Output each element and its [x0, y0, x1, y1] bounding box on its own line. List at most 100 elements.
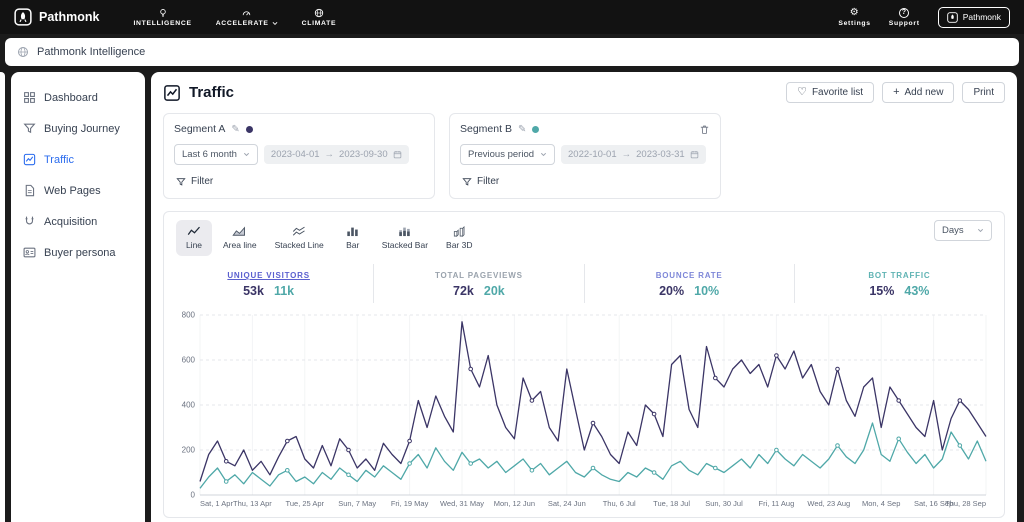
- svg-text:0: 0: [191, 491, 196, 500]
- main-panel: Traffic ♡ Favorite list + Add new Print: [151, 72, 1017, 522]
- svg-text:Sat, 1 Apr: Sat, 1 Apr: [200, 499, 233, 508]
- sidebar-item-traffic[interactable]: Traffic: [11, 144, 145, 175]
- nav-support[interactable]: ? Support: [889, 7, 920, 27]
- nav-settings[interactable]: ⚙ Settings: [838, 7, 870, 27]
- traffic-chart-icon: [163, 84, 181, 102]
- svg-text:Sun, 7 May: Sun, 7 May: [338, 499, 376, 508]
- chart-toolbar: Line Area line Stacked Line Bar Stacked …: [164, 220, 1004, 256]
- favorite-list-button[interactable]: ♡ Favorite list: [786, 82, 875, 103]
- app-title-bar: Pathmonk Intelligence: [5, 38, 1019, 66]
- segment-a-daterange[interactable]: 2023-04-01 → 2023-09-30: [263, 145, 409, 164]
- segments-row: Segment A ✎ Last 6 month 2023-04-01 → 20…: [163, 113, 1005, 199]
- chart-type-stacked-line[interactable]: Stacked Line: [268, 220, 331, 256]
- content-area: Dashboard Buying Journey Traffic Web Pag…: [0, 72, 1024, 522]
- edit-icon[interactable]: ✎: [518, 124, 526, 135]
- sidebar-item-buyer-persona[interactable]: Buyer persona: [11, 237, 145, 268]
- chevron-down-icon: [272, 21, 278, 26]
- edit-icon[interactable]: ✎: [231, 124, 239, 135]
- stat-bot-traffic[interactable]: BOT TRAFFIC 15% 43%: [793, 264, 1004, 303]
- left-edge-panel: [0, 72, 5, 522]
- sidebar-item-dashboard[interactable]: Dashboard: [11, 82, 145, 113]
- line-chart-icon: [23, 153, 36, 166]
- add-new-button[interactable]: + Add new: [882, 82, 955, 103]
- accelerate-icon: [241, 7, 252, 18]
- top-navbar: Pathmonk INTELLIGENCE ACCELERATE CLIMATE: [0, 0, 1024, 34]
- pathmonk-brand[interactable]: Pathmonk: [14, 8, 99, 26]
- chart-type-bar[interactable]: Bar: [335, 220, 371, 256]
- svg-text:Mon, 4 Sep: Mon, 4 Sep: [862, 499, 900, 508]
- arrow-right-icon: →: [621, 149, 632, 160]
- filter-icon: [462, 177, 472, 187]
- stat-bounce-rate[interactable]: BOUNCE RATE 20% 10%: [583, 264, 794, 303]
- segment-a-filter-button[interactable]: Filter: [174, 174, 215, 189]
- climate-icon: [314, 7, 324, 18]
- svg-text:Sat, 24 Jun: Sat, 24 Jun: [548, 499, 586, 508]
- segment-a-period-select[interactable]: Last 6 month: [174, 144, 258, 165]
- gear-icon: ⚙: [849, 7, 860, 18]
- svg-text:600: 600: [182, 356, 196, 365]
- nav-climate[interactable]: CLIMATE: [302, 7, 337, 27]
- chevron-down-icon: [540, 152, 547, 157]
- svg-text:Thu, 28 Sep: Thu, 28 Sep: [945, 499, 986, 508]
- svg-text:800: 800: [182, 311, 196, 320]
- chart-type-stacked-bar[interactable]: Stacked Bar: [375, 220, 435, 256]
- arrow-right-icon: →: [324, 149, 335, 160]
- dashboard-icon: [23, 91, 36, 104]
- chevron-down-icon: [977, 228, 984, 233]
- filter-icon: [176, 177, 186, 187]
- svg-text:Sun, 30 Jul: Sun, 30 Jul: [705, 499, 743, 508]
- svg-text:Tue, 18 Jul: Tue, 18 Jul: [653, 499, 690, 508]
- top-nav: INTELLIGENCE ACCELERATE CLIMATE: [133, 7, 336, 27]
- topbar-right: ⚙ Settings ? Support Pathmonk: [838, 6, 1010, 28]
- traffic-chart-card: Line Area line Stacked Line Bar Stacked …: [163, 211, 1005, 518]
- heart-icon: ♡: [797, 86, 807, 98]
- brand-label: Pathmonk: [39, 10, 100, 24]
- stat-unique-visitors[interactable]: UNIQUE VISITORS 53k 11k: [164, 264, 373, 303]
- calendar-icon: [690, 150, 699, 159]
- segment-a-name: Segment A: [174, 123, 226, 135]
- sidebar: Dashboard Buying Journey Traffic Web Pag…: [11, 72, 145, 522]
- area-line-type-icon: [232, 226, 247, 237]
- intelligence-icon: [158, 7, 168, 18]
- stat-total-pageviews[interactable]: TOTAL PAGEVIEWS 72k 20k: [373, 264, 583, 303]
- funnel-icon: [23, 122, 36, 135]
- globe-icon: [17, 46, 29, 58]
- bar-3d-type-icon: [453, 226, 466, 237]
- magnet-icon: [23, 215, 36, 228]
- svg-text:Thu, 6 Jul: Thu, 6 Jul: [603, 499, 636, 508]
- line-type-icon: [187, 226, 202, 237]
- sidebar-item-acquisition[interactable]: Acquisition: [11, 206, 145, 237]
- page-header: Traffic ♡ Favorite list + Add new Print: [163, 82, 1005, 103]
- page-title: Traffic: [189, 84, 235, 101]
- sidebar-item-buying-journey[interactable]: Buying Journey: [11, 113, 145, 144]
- pathmonk-account-button[interactable]: Pathmonk: [937, 6, 1010, 28]
- interval-select[interactable]: Days: [934, 220, 992, 241]
- segment-b-daterange[interactable]: 2022-10-01 → 2023-03-31: [561, 145, 706, 164]
- document-icon: [23, 184, 36, 197]
- pathmonk-mini-logo-icon: [946, 11, 958, 23]
- nav-intelligence[interactable]: INTELLIGENCE: [133, 7, 191, 27]
- chevron-down-icon: [243, 152, 250, 157]
- plus-icon: +: [893, 86, 900, 98]
- svg-text:Thu, 13 Apr: Thu, 13 Apr: [233, 499, 272, 508]
- segment-a-color-dot: [245, 125, 253, 133]
- svg-text:Fri, 11 Aug: Fri, 11 Aug: [759, 499, 795, 508]
- nav-accelerate[interactable]: ACCELERATE: [216, 7, 278, 27]
- calendar-icon: [393, 150, 402, 159]
- svg-text:Wed, 31 May: Wed, 31 May: [440, 499, 484, 508]
- bar-type-icon: [346, 226, 359, 237]
- chart-type-area-line[interactable]: Area line: [216, 220, 264, 256]
- chart-type-bar-3d[interactable]: Bar 3D: [439, 220, 479, 256]
- chart-type-line[interactable]: Line: [176, 220, 212, 256]
- stacked-line-type-icon: [292, 226, 307, 237]
- print-button[interactable]: Print: [962, 82, 1005, 103]
- trash-icon: [699, 124, 710, 135]
- delete-segment-button[interactable]: [699, 124, 710, 135]
- segment-b-filter-button[interactable]: Filter: [460, 174, 501, 189]
- svg-text:Fri, 19 May: Fri, 19 May: [391, 499, 429, 508]
- question-icon: ?: [899, 7, 910, 18]
- sidebar-item-web-pages[interactable]: Web Pages: [11, 175, 145, 206]
- traffic-line-chart[interactable]: Sat, 1 Apr Thu, 13 Apr Tue, 25 Apr Sun, 7 M…: [164, 303, 1004, 517]
- segment-b-period-select[interactable]: Previous period: [460, 144, 556, 165]
- stacked-bar-type-icon: [398, 226, 411, 237]
